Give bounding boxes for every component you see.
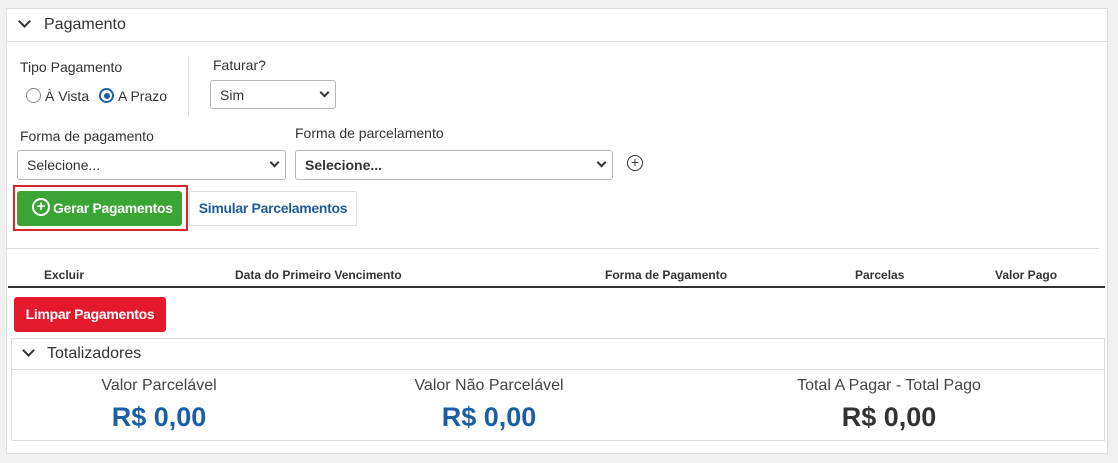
valor-parcelavel-value: R$ 0,00 [111, 402, 207, 432]
column-header-excluir: Excluir [44, 268, 85, 282]
column-header-parcelas: Parcelas [855, 268, 905, 282]
column-header-valor-pago: Valor Pago [995, 268, 1058, 282]
valor-nao-parcelavel-value: R$ 0,00 [441, 402, 537, 432]
radio-a-vista[interactable] [26, 88, 41, 103]
totalizadores-header[interactable]: Totalizadores [12, 339, 1104, 370]
forma-pagamento-label: Forma de pagamento [20, 128, 154, 144]
chevron-down-icon [596, 157, 607, 168]
chevron-down-icon [269, 157, 280, 168]
radio-a-vista-label[interactable]: À Vista [45, 88, 89, 104]
limpar-pagamentos-button[interactable]: Limpar Pagamentos [14, 297, 166, 332]
chevron-down-icon[interactable] [22, 344, 35, 357]
faturar-select[interactable]: Sim [210, 80, 336, 109]
chevron-down-icon [319, 87, 330, 98]
valor-nao-parcelavel-label: Valor Não Parcelável [414, 377, 564, 394]
totalizadores-title: Totalizadores [47, 345, 142, 362]
faturar-select-value: Sim [220, 87, 245, 103]
gerar-pagamentos-label: Gerar Pagamentos [53, 200, 173, 216]
valor-parcelavel-label: Valor Parcelável [101, 377, 217, 394]
gerar-pagamentos-button[interactable]: + Gerar Pagamentos [17, 191, 182, 226]
forma-pagamento-select[interactable]: Selecione... [17, 150, 286, 180]
total-pagar-value: R$ 0,00 [841, 402, 937, 432]
faturar-label: Faturar? [213, 57, 266, 73]
simular-parcelamentos-button[interactable]: Simular Parcelamentos [189, 191, 357, 226]
radio-a-prazo[interactable] [99, 88, 114, 103]
forma-parcelamento-select[interactable]: Selecione... [295, 150, 613, 180]
tipo-pagamento-label: Tipo Pagamento [20, 59, 123, 75]
column-header-data-vencimento: Data do Primeiro Vencimento [235, 268, 402, 282]
totalizadores-panel: Totalizadores Valor Parcelável R$ 0,00 V… [11, 338, 1105, 441]
payment-panel: Pagamento Tipo Pagamento À Vista A Prazo… [6, 8, 1108, 454]
plus-circle-icon: + [32, 198, 50, 216]
radio-a-prazo-label[interactable]: A Prazo [118, 88, 167, 104]
section-divider [7, 248, 1099, 249]
total-pagar-label: Total A Pagar - Total Pago [797, 377, 981, 394]
panel-title: Pagamento [44, 16, 126, 33]
forma-pagamento-select-value: Selecione... [27, 157, 101, 173]
forma-parcelamento-label: Forma de parcelamento [295, 125, 444, 141]
vertical-divider [188, 57, 189, 117]
forma-parcelamento-select-value: Selecione... [305, 157, 383, 173]
plus-circle-icon[interactable]: + [627, 155, 643, 171]
column-header-forma-pagamento: Forma de Pagamento [605, 268, 728, 282]
payment-panel-header[interactable]: Pagamento [7, 9, 1107, 42]
chevron-down-icon[interactable] [18, 15, 31, 28]
table-header-border [8, 286, 1105, 288]
